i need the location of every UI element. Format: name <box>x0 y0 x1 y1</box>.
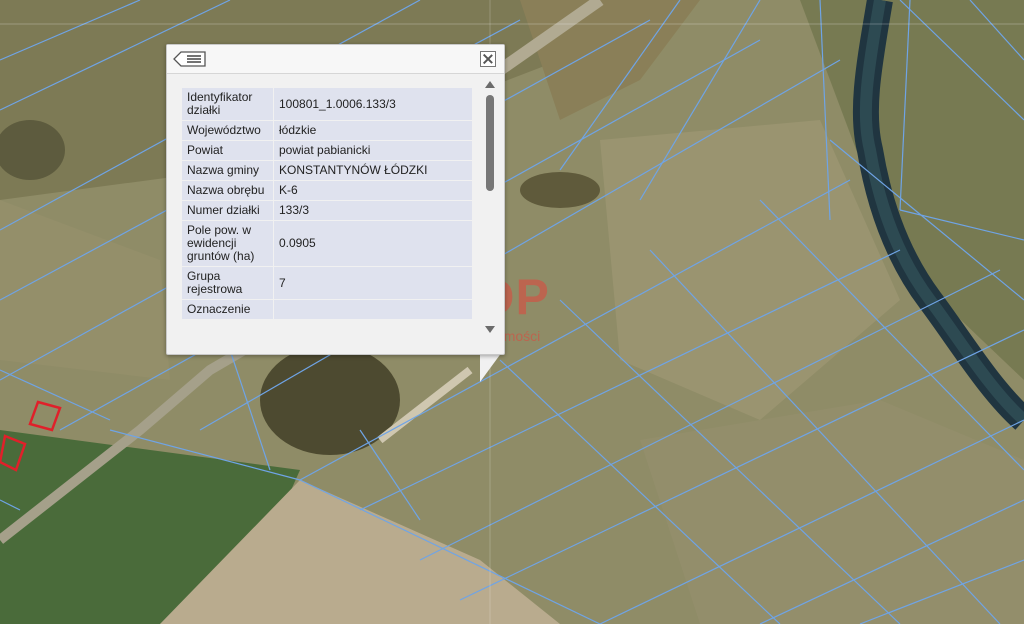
row-label: Oznaczenie <box>182 300 273 319</box>
attributes-table-container[interactable]: Identyfikator działki 100801_1.0006.133/3… <box>181 87 473 337</box>
row-value: 100801_1.0006.133/3 <box>274 88 472 120</box>
row-value: KONSTANTYNÓW ŁÓDZKI <box>274 161 472 180</box>
popup-header <box>167 45 504 74</box>
table-row: Oznaczenie <box>182 300 472 319</box>
row-value: powiat pabianicki <box>274 141 472 160</box>
table-row: Pole pow. w ewidencji gruntów (ha) 0.0905 <box>182 221 472 266</box>
scroll-up-icon[interactable] <box>485 81 495 88</box>
list-menu-icon[interactable] <box>173 51 207 67</box>
popup-tail <box>480 352 502 382</box>
row-label: Powiat <box>182 141 273 160</box>
row-value: 133/3 <box>274 201 472 220</box>
table-row: Nazwa gminy KONSTANTYNÓW ŁÓDZKI <box>182 161 472 180</box>
table-row: Nazwa obrębu K-6 <box>182 181 472 200</box>
scrollbar-thumb[interactable] <box>486 95 494 191</box>
row-value: łódzkie <box>274 121 472 140</box>
row-label: Pole pow. w ewidencji gruntów (ha) <box>182 221 273 266</box>
row-label: Nazwa gminy <box>182 161 273 180</box>
table-row: Powiat powiat pabianicki <box>182 141 472 160</box>
close-icon[interactable] <box>480 51 496 67</box>
table-row: Grupa rejestrowa 7 <box>182 267 472 299</box>
table-row: Numer działki 133/3 <box>182 201 472 220</box>
parcel-info-popup: Identyfikator działki 100801_1.0006.133/3… <box>166 44 505 355</box>
row-label: Nazwa obrębu <box>182 181 273 200</box>
row-value: K-6 <box>274 181 472 200</box>
row-label: Identyfikator działki <box>182 88 273 120</box>
row-label: Numer działki <box>182 201 273 220</box>
row-label: Grupa rejestrowa <box>182 267 273 299</box>
row-value <box>274 300 472 319</box>
popup-scrollbar[interactable] <box>483 81 497 339</box>
row-value: 0.0905 <box>274 221 472 266</box>
parcel-attributes-table: Identyfikator działki 100801_1.0006.133/3… <box>181 87 473 320</box>
scroll-down-icon[interactable] <box>485 326 495 333</box>
table-row: Województwo łódzkie <box>182 121 472 140</box>
row-value: 7 <box>274 267 472 299</box>
row-label: Województwo <box>182 121 273 140</box>
table-row: Identyfikator działki 100801_1.0006.133/3 <box>182 88 472 120</box>
